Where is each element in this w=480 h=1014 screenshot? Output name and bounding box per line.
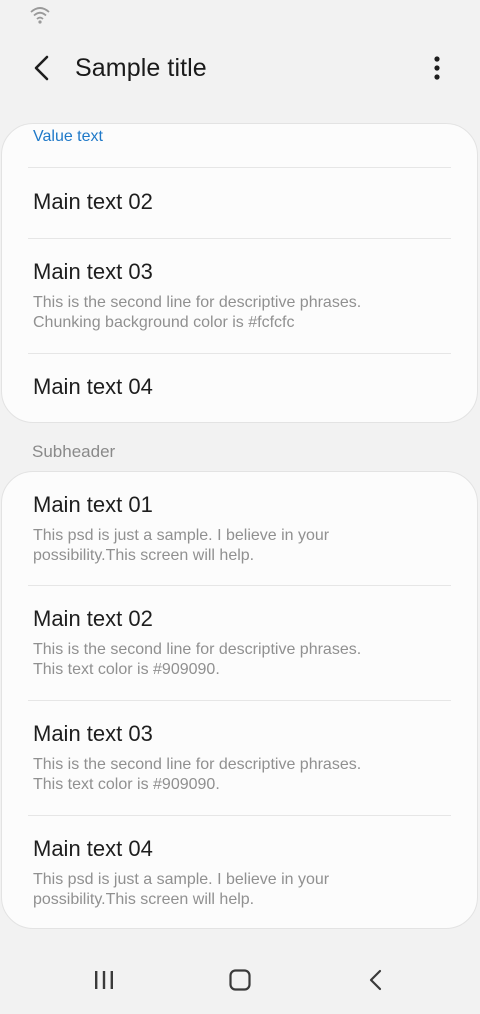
- list-item-main-text: Main text 04: [33, 836, 153, 861]
- list-item-sub-text: This text color is #909090.: [33, 776, 220, 793]
- page-title: Sample title: [75, 54, 207, 82]
- list-item-sub-text: This psd is just a sample. I believe in …: [33, 527, 330, 544]
- more-vertical-icon: [433, 55, 441, 86]
- list-item[interactable]: Main text 04 This psd is just a sample. …: [2, 816, 477, 928]
- list-item[interactable]: Main text 02 This is the second line for…: [2, 586, 477, 700]
- system-back-button[interactable]: [352, 964, 400, 1000]
- recent-apps-icon: [92, 969, 116, 996]
- status-bar: [0, 0, 480, 30]
- list-item-sub-text: This is the second line for descriptive …: [33, 641, 362, 658]
- navigation-bar: [0, 950, 480, 1014]
- subheader: Subheader: [32, 442, 116, 461]
- home-button[interactable]: [216, 964, 264, 1000]
- list-item[interactable]: Main text 04: [2, 354, 477, 422]
- wifi-icon: [30, 6, 50, 29]
- settings-card-2: Main text 01 This psd is just a sample. …: [1, 471, 478, 929]
- list-item-sub-text: This is the second line for descriptive …: [33, 756, 362, 773]
- list-item-sub-text: possibility.This screen will help.: [33, 547, 255, 564]
- back-arrow-icon: [32, 54, 52, 87]
- list-item-main-text: Main text 01: [33, 492, 153, 517]
- more-options-button[interactable]: [417, 50, 457, 90]
- value-text: Value text: [33, 128, 103, 145]
- list-item[interactable]: Main text 03 This is the second line for…: [2, 239, 477, 353]
- list-item-sub-text: possibility.This screen will help.: [33, 891, 255, 908]
- list-item-sub-text: This text color is #909090.: [33, 661, 220, 678]
- list-item-sub-text: Chunking background color is #fcfcfc: [33, 314, 295, 331]
- list-item-main-text: Main text 02: [33, 606, 153, 631]
- home-icon: [228, 968, 252, 997]
- list-item[interactable]: Main text 01 This psd is just a sample. …: [2, 472, 477, 585]
- back-button[interactable]: [22, 50, 62, 90]
- back-icon: [368, 968, 384, 997]
- list-item-main-text: Main text 03: [33, 721, 153, 746]
- list-item[interactable]: Main text 02: [2, 168, 477, 238]
- list-item-sub-text: This is the second line for descriptive …: [33, 294, 362, 311]
- app-bar: Sample title: [0, 40, 480, 100]
- list-item[interactable]: Main text 03 This is the second line for…: [2, 701, 477, 815]
- settings-card-1: Value text Main text 02 Main text 03 Thi…: [1, 123, 478, 423]
- list-item-main-text: Main text 03: [33, 259, 153, 284]
- list-item-main-text: Main text 04: [33, 374, 153, 399]
- list-item-main-text: Main text 02: [33, 189, 153, 214]
- recent-apps-button[interactable]: [80, 964, 128, 1000]
- list-item-sub-text: This psd is just a sample. I believe in …: [33, 871, 330, 888]
